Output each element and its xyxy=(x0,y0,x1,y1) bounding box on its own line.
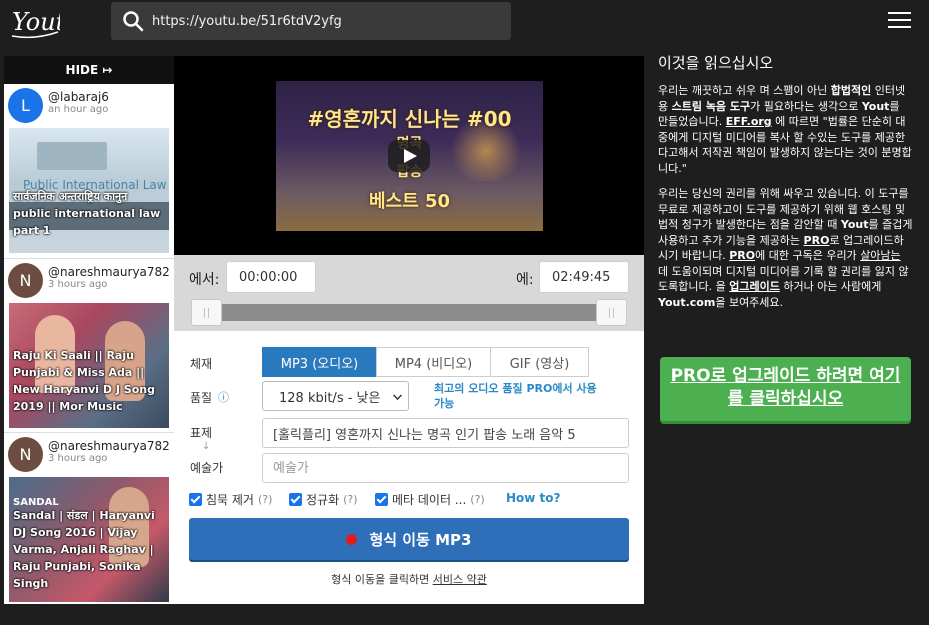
artist-label: 예술가 xyxy=(190,461,224,475)
normalize-checkbox[interactable]: 정규화 (?) xyxy=(289,491,358,508)
upgrade-pro-button[interactable]: PRO로 업그레이드 하려면 여기 를 클릭하십시오 xyxy=(660,357,911,421)
range-start-handle[interactable] xyxy=(191,299,222,326)
search-icon xyxy=(123,11,144,32)
feed-thumbnail[interactable]: Public International Law सार्वजनिक अन्तर… xyxy=(9,128,169,253)
menu-icon[interactable] xyxy=(888,12,911,28)
start-time-input[interactable] xyxy=(226,261,316,293)
avatar: N xyxy=(8,437,43,472)
feed-item: N @nareshmaurya782 3 hours ago Raju Ki S… xyxy=(4,258,174,432)
checkbox-checked-icon[interactable] xyxy=(289,493,302,506)
upgrade-link[interactable]: 업그레이드 xyxy=(729,280,780,293)
feed-item: N @nareshmaurya782 3 hours ago SANDAL Sa… xyxy=(4,432,174,604)
info-heading: 이것을 읽으십시오 xyxy=(658,54,774,72)
metadata-checkbox[interactable]: 메타 데이터 ... (?) xyxy=(375,491,485,508)
chevron-down-icon xyxy=(393,391,402,400)
convert-button[interactable]: 형식 이동 MP3 xyxy=(189,518,629,560)
from-label: 에서: xyxy=(189,272,220,288)
survive-link[interactable]: 살아남는 xyxy=(860,249,900,262)
eff-link[interactable]: EFF.org xyxy=(726,115,772,128)
info-paragraph-2: 우리는 당신의 권리를 위해 싸우고 있습니다. 이 도구를 무료로 제공하고이… xyxy=(658,187,913,309)
title-label: 표제 xyxy=(190,426,213,440)
format-label: 체재 xyxy=(190,357,213,371)
pro-link[interactable]: PRO xyxy=(804,234,830,247)
url-input[interactable] xyxy=(152,13,492,29)
play-icon[interactable] xyxy=(388,140,430,172)
info-icon[interactable]: ⓘ xyxy=(218,389,229,405)
feed-title: सार्वजनिक अन्तराष्ट्रिय कानुन public int… xyxy=(13,190,161,237)
artist-input[interactable] xyxy=(262,453,629,483)
range-slider-track[interactable] xyxy=(192,304,627,321)
svg-text:Yout: Yout xyxy=(12,8,60,36)
help-icon[interactable]: (?) xyxy=(343,493,357,506)
title-input[interactable] xyxy=(262,418,629,448)
end-time-input[interactable] xyxy=(539,261,629,293)
feed-title: Raju Ki Saali || Raju Punjabi & Miss Ada… xyxy=(13,349,155,413)
checkbox-checked-icon[interactable] xyxy=(189,493,202,506)
how-to-link[interactable]: How to? xyxy=(506,491,561,505)
range-end-handle[interactable] xyxy=(596,299,627,326)
convert-label: 형식 이동 MP3 xyxy=(369,530,472,549)
quality-select[interactable]: 128 kbit/s - 낮은 xyxy=(262,381,409,411)
feed-title: Sandal | संडल | Haryanvi DJ Song 2016 | … xyxy=(13,509,155,590)
record-icon xyxy=(346,533,358,545)
info-panel: 이것을 읽으십시오 우리는 깨끗하고 쉬우 며 스팸이 아닌 합법적인 인터넷 … xyxy=(658,52,913,320)
format-gif-button[interactable]: GIF (영상) xyxy=(490,347,589,377)
terms-link[interactable]: 서비스 약관 xyxy=(433,573,487,586)
video-thumbnail[interactable]: #영혼까지 신나는 #00 명곡 팝송 베스트 50 xyxy=(276,81,543,231)
feed-thumbnail[interactable]: Raju Ki Saali || Raju Punjabi & Miss Ada… xyxy=(9,303,169,428)
conversion-form: 체재 MP3 (오디오) MP4 (비디오) GIF (영상) 품질 ⓘ 128… xyxy=(174,331,644,604)
checkbox-checked-icon[interactable] xyxy=(375,493,388,506)
hide-feed-button[interactable]: HIDE ↦ xyxy=(4,56,174,84)
thumb-line1: #영혼까지 신나는 #00 xyxy=(307,107,512,131)
video-player: #영혼까지 신나는 #00 명곡 팝송 베스트 50 xyxy=(174,56,644,255)
thumb-line4: 베스트 50 xyxy=(369,191,450,212)
quality-label: 품질 xyxy=(190,391,213,405)
feed-time: 3 hours ago xyxy=(48,279,108,290)
feed-time: an hour ago xyxy=(48,104,109,115)
format-mp4-button[interactable]: MP4 (비디오) xyxy=(376,347,491,377)
terms-notice: 형식 이동을 클릭하면 서비스 약관 xyxy=(331,573,487,586)
checkbox-label: 침묵 제거 xyxy=(206,493,254,507)
pro-quality-note[interactable]: 최고의 오디오 품질 PRO에서 사용 가능 xyxy=(434,381,604,411)
feed-username: @nareshmaurya782 xyxy=(48,265,170,279)
quality-value: 128 kbit/s - 낮은 xyxy=(279,390,381,406)
pro-link-2[interactable]: PRO xyxy=(729,249,755,262)
checkbox-label: 정규화 xyxy=(306,493,340,507)
arrow-down-icon: ↓ xyxy=(202,441,211,452)
info-paragraph-1: 우리는 깨끗하고 쉬우 며 스팸이 아닌 합법적인 인터넷 용 스트림 녹음 도… xyxy=(658,84,912,175)
checkbox-label: 메타 데이터 ... xyxy=(392,493,467,507)
feed-username: @nareshmaurya782 xyxy=(48,439,170,453)
feed-item: L @labaraj6 an hour ago Public Internati… xyxy=(4,84,174,258)
help-icon[interactable]: (?) xyxy=(470,493,484,506)
yout-logo[interactable]: Yout xyxy=(10,2,60,42)
feed-thumbnail[interactable]: SANDAL Sandal | संडल | Haryanvi DJ Song … xyxy=(9,477,169,602)
avatar: L xyxy=(8,88,43,123)
remove-silence-checkbox[interactable]: 침묵 제거 (?) xyxy=(189,491,272,508)
recent-downloads-feed: HIDE ↦ L @labaraj6 an hour ago Public In… xyxy=(4,56,174,604)
to-label: 에: xyxy=(516,272,534,288)
feed-time: 3 hours ago xyxy=(48,453,108,464)
url-search-bar[interactable] xyxy=(111,2,511,40)
help-icon[interactable]: (?) xyxy=(258,493,272,506)
time-range: 에서: 에: xyxy=(174,255,644,331)
avatar: N xyxy=(8,263,43,298)
feed-username: @labaraj6 xyxy=(48,90,109,104)
format-mp3-button[interactable]: MP3 (오디오) xyxy=(262,347,377,377)
